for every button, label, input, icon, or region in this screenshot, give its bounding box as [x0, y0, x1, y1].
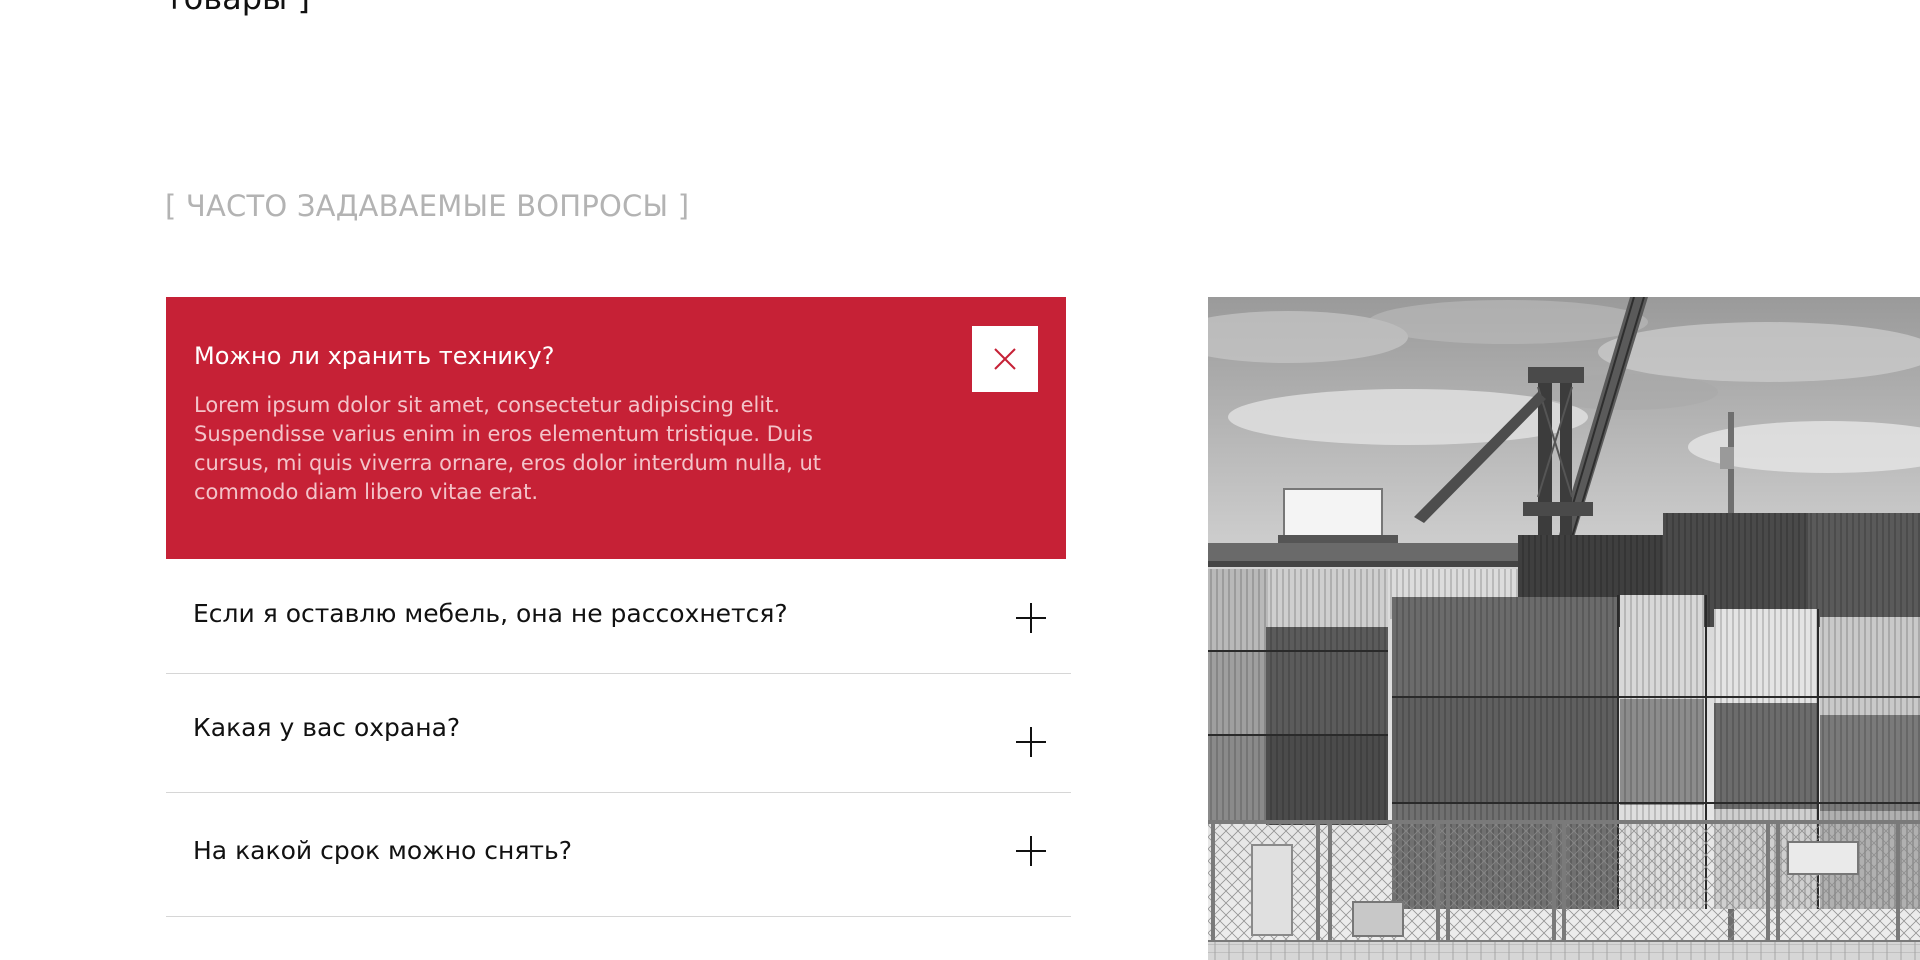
faq-section-label: [ ЧАСТО ЗАДАВАЕМЫЕ ВОПРОСЫ ]	[165, 189, 690, 223]
faq-item-open[interactable]: Можно ли хранить технику? Lorem ipsum do…	[166, 297, 1066, 559]
page: товары ] [ ЧАСТО ЗАДАВАЕМЫЕ ВОПРОСЫ ] Мо…	[0, 0, 1920, 960]
faq-item[interactable]: Если я оставлю мебель, она не рассохнетс…	[166, 559, 1071, 674]
faq-expand-button[interactable]	[1013, 600, 1049, 636]
plus-icon	[1016, 603, 1046, 633]
close-icon	[994, 348, 1016, 370]
previous-section-heading: товары ]	[165, 0, 310, 18]
faq-item[interactable]: Какая у вас охрана?	[166, 674, 1071, 793]
faq-question: Можно ли хранить технику?	[194, 342, 555, 370]
faq-list: Можно ли хранить технику? Lorem ipsum do…	[166, 297, 1071, 917]
faq-collapse-button[interactable]	[972, 326, 1038, 392]
faq-answer: Lorem ipsum dolor sit amet, consectetur …	[194, 393, 821, 504]
faq-question: Какая у вас охрана?	[193, 713, 461, 742]
plus-icon	[1016, 836, 1046, 866]
container-yard-photo	[1208, 297, 1920, 960]
faq-question: На какой срок можно снять?	[193, 836, 572, 865]
faq-item[interactable]: На какой срок можно снять?	[166, 793, 1071, 917]
container-yard-illustration	[1208, 297, 1920, 960]
plus-icon	[1016, 727, 1046, 757]
faq-expand-button[interactable]	[1013, 724, 1049, 760]
faq-question: Если я оставлю мебель, она не рассохнетс…	[193, 599, 788, 628]
faq-expand-button[interactable]	[1013, 833, 1049, 869]
